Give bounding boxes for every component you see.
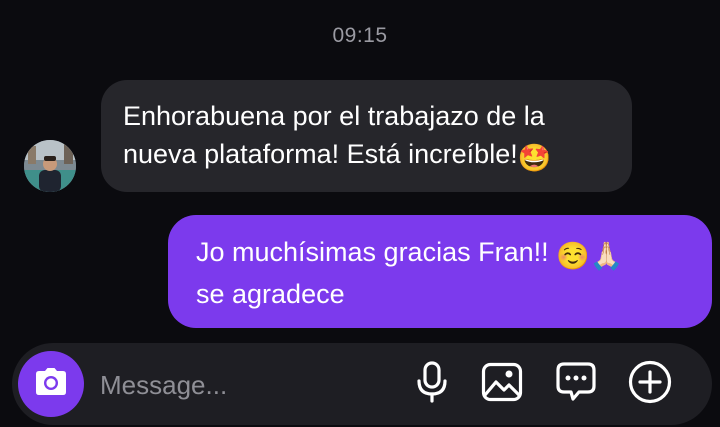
- message-timestamp: 09:15: [332, 24, 388, 47]
- plus-circle-icon: [628, 360, 672, 409]
- avatar[interactable]: [24, 140, 76, 192]
- gallery-icon: [481, 362, 523, 407]
- message-composer: [12, 343, 712, 425]
- microphone-button[interactable]: [410, 360, 454, 408]
- avatar-photo: [24, 140, 76, 192]
- message-text-line: nueva plataforma! Está increíble!: [123, 139, 518, 169]
- message-text-line-wrap: nueva plataforma! Está increíble!🤩: [123, 135, 610, 177]
- add-button[interactable]: [628, 360, 672, 409]
- star-struck-emoji-icon: 🤩: [517, 143, 552, 173]
- chat-screen: 09:15 Enhorabuena por el trabajazo de la…: [0, 0, 720, 427]
- message-input[interactable]: [100, 365, 400, 405]
- chat-bubble-icon: [555, 361, 597, 408]
- message-text-line-wrap: Jo muchísimas gracias Fran!! ☺️🙏🏻: [196, 233, 688, 275]
- incoming-message-bubble[interactable]: Enhorabuena por el trabajazo de la nueva…: [101, 80, 632, 192]
- camera-button[interactable]: [18, 351, 84, 417]
- message-text-line: se agradece: [196, 279, 345, 309]
- sticker-button[interactable]: [554, 361, 598, 408]
- gallery-button[interactable]: [480, 362, 524, 406]
- message-text-line: Jo muchísimas gracias Fran!!: [196, 237, 549, 267]
- outgoing-message-bubble[interactable]: Jo muchísimas gracias Fran!! ☺️🙏🏻 se agr…: [168, 215, 712, 328]
- camera-icon: [34, 367, 68, 402]
- microphone-icon: [415, 360, 449, 408]
- smiling-pray-emoji-icon: ☺️🙏🏻: [556, 241, 624, 271]
- message-text-line: Enhorabuena por el trabajazo de la: [123, 101, 545, 131]
